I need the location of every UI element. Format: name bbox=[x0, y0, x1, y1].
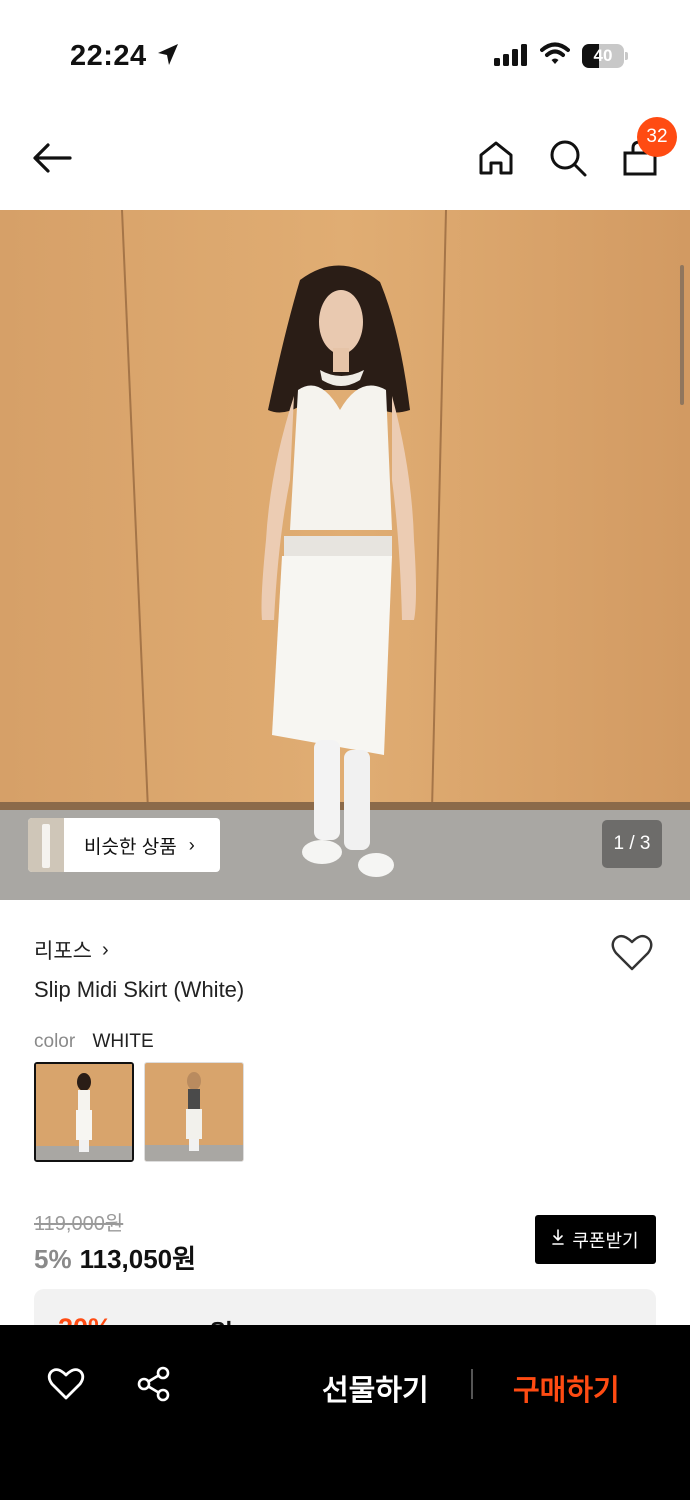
coupon-label: 쿠폰받기 bbox=[572, 1230, 639, 1251]
color-swatch-white[interactable] bbox=[34, 1062, 134, 1162]
chevron-right-icon: › bbox=[188, 834, 195, 855]
cart-count-badge: 32 bbox=[637, 117, 677, 157]
download-icon bbox=[552, 1229, 565, 1250]
top-navigation: 32 bbox=[0, 110, 690, 210]
brand-link[interactable]: 리포스 › bbox=[34, 935, 109, 965]
color-swatch-alt[interactable] bbox=[144, 1062, 244, 1162]
scroll-indicator bbox=[680, 265, 684, 405]
battery-level: 40 bbox=[593, 46, 613, 65]
brand-name: 리포스 bbox=[34, 940, 92, 963]
search-icon[interactable] bbox=[548, 138, 588, 183]
heart-icon[interactable] bbox=[610, 933, 654, 978]
wifi-icon bbox=[540, 42, 570, 71]
coupon-download-button[interactable]: 쿠폰받기 bbox=[535, 1215, 656, 1264]
similar-products-button[interactable]: 비슷한 상품 › bbox=[28, 818, 220, 872]
similar-product-thumbnail bbox=[28, 818, 64, 872]
discount-rate: 5% bbox=[34, 1244, 72, 1274]
price-row: 5% 113,050원 bbox=[34, 1239, 196, 1276]
product-image-gallery[interactable]: 비슷한 상품 › 1 / 3 bbox=[0, 210, 690, 900]
image-counter: 1 / 3 bbox=[602, 820, 662, 868]
bottom-action-bar: 선물하기 구매하기 bbox=[0, 1325, 690, 1500]
original-price: 119,000원 bbox=[34, 1213, 124, 1235]
divider bbox=[471, 1369, 473, 1399]
signal-icon bbox=[494, 44, 528, 71]
product-photo bbox=[0, 210, 690, 900]
similar-products-label: 비슷한 상품 bbox=[84, 836, 177, 858]
color-value: WHITE bbox=[92, 1031, 154, 1052]
battery-icon: 40 bbox=[582, 44, 628, 68]
status-time: 22:24 bbox=[70, 40, 147, 72]
share-icon[interactable] bbox=[136, 1366, 172, 1407]
color-label: color bbox=[34, 1031, 76, 1052]
sale-price: 113,050원 bbox=[79, 1244, 197, 1274]
color-row: color WHITE bbox=[34, 1031, 154, 1053]
location-arrow-icon bbox=[156, 42, 180, 73]
chevron-right-icon: › bbox=[101, 938, 109, 961]
home-icon[interactable] bbox=[476, 138, 516, 183]
back-arrow-icon[interactable] bbox=[30, 140, 74, 181]
buy-button[interactable]: 구매하기 bbox=[513, 1367, 620, 1409]
heart-icon[interactable] bbox=[47, 1367, 85, 1406]
status-bar: 22:24 40 bbox=[0, 0, 690, 110]
product-name: Slip Midi Skirt (White) bbox=[34, 977, 245, 1002]
gift-button[interactable]: 선물하기 bbox=[322, 1367, 429, 1409]
